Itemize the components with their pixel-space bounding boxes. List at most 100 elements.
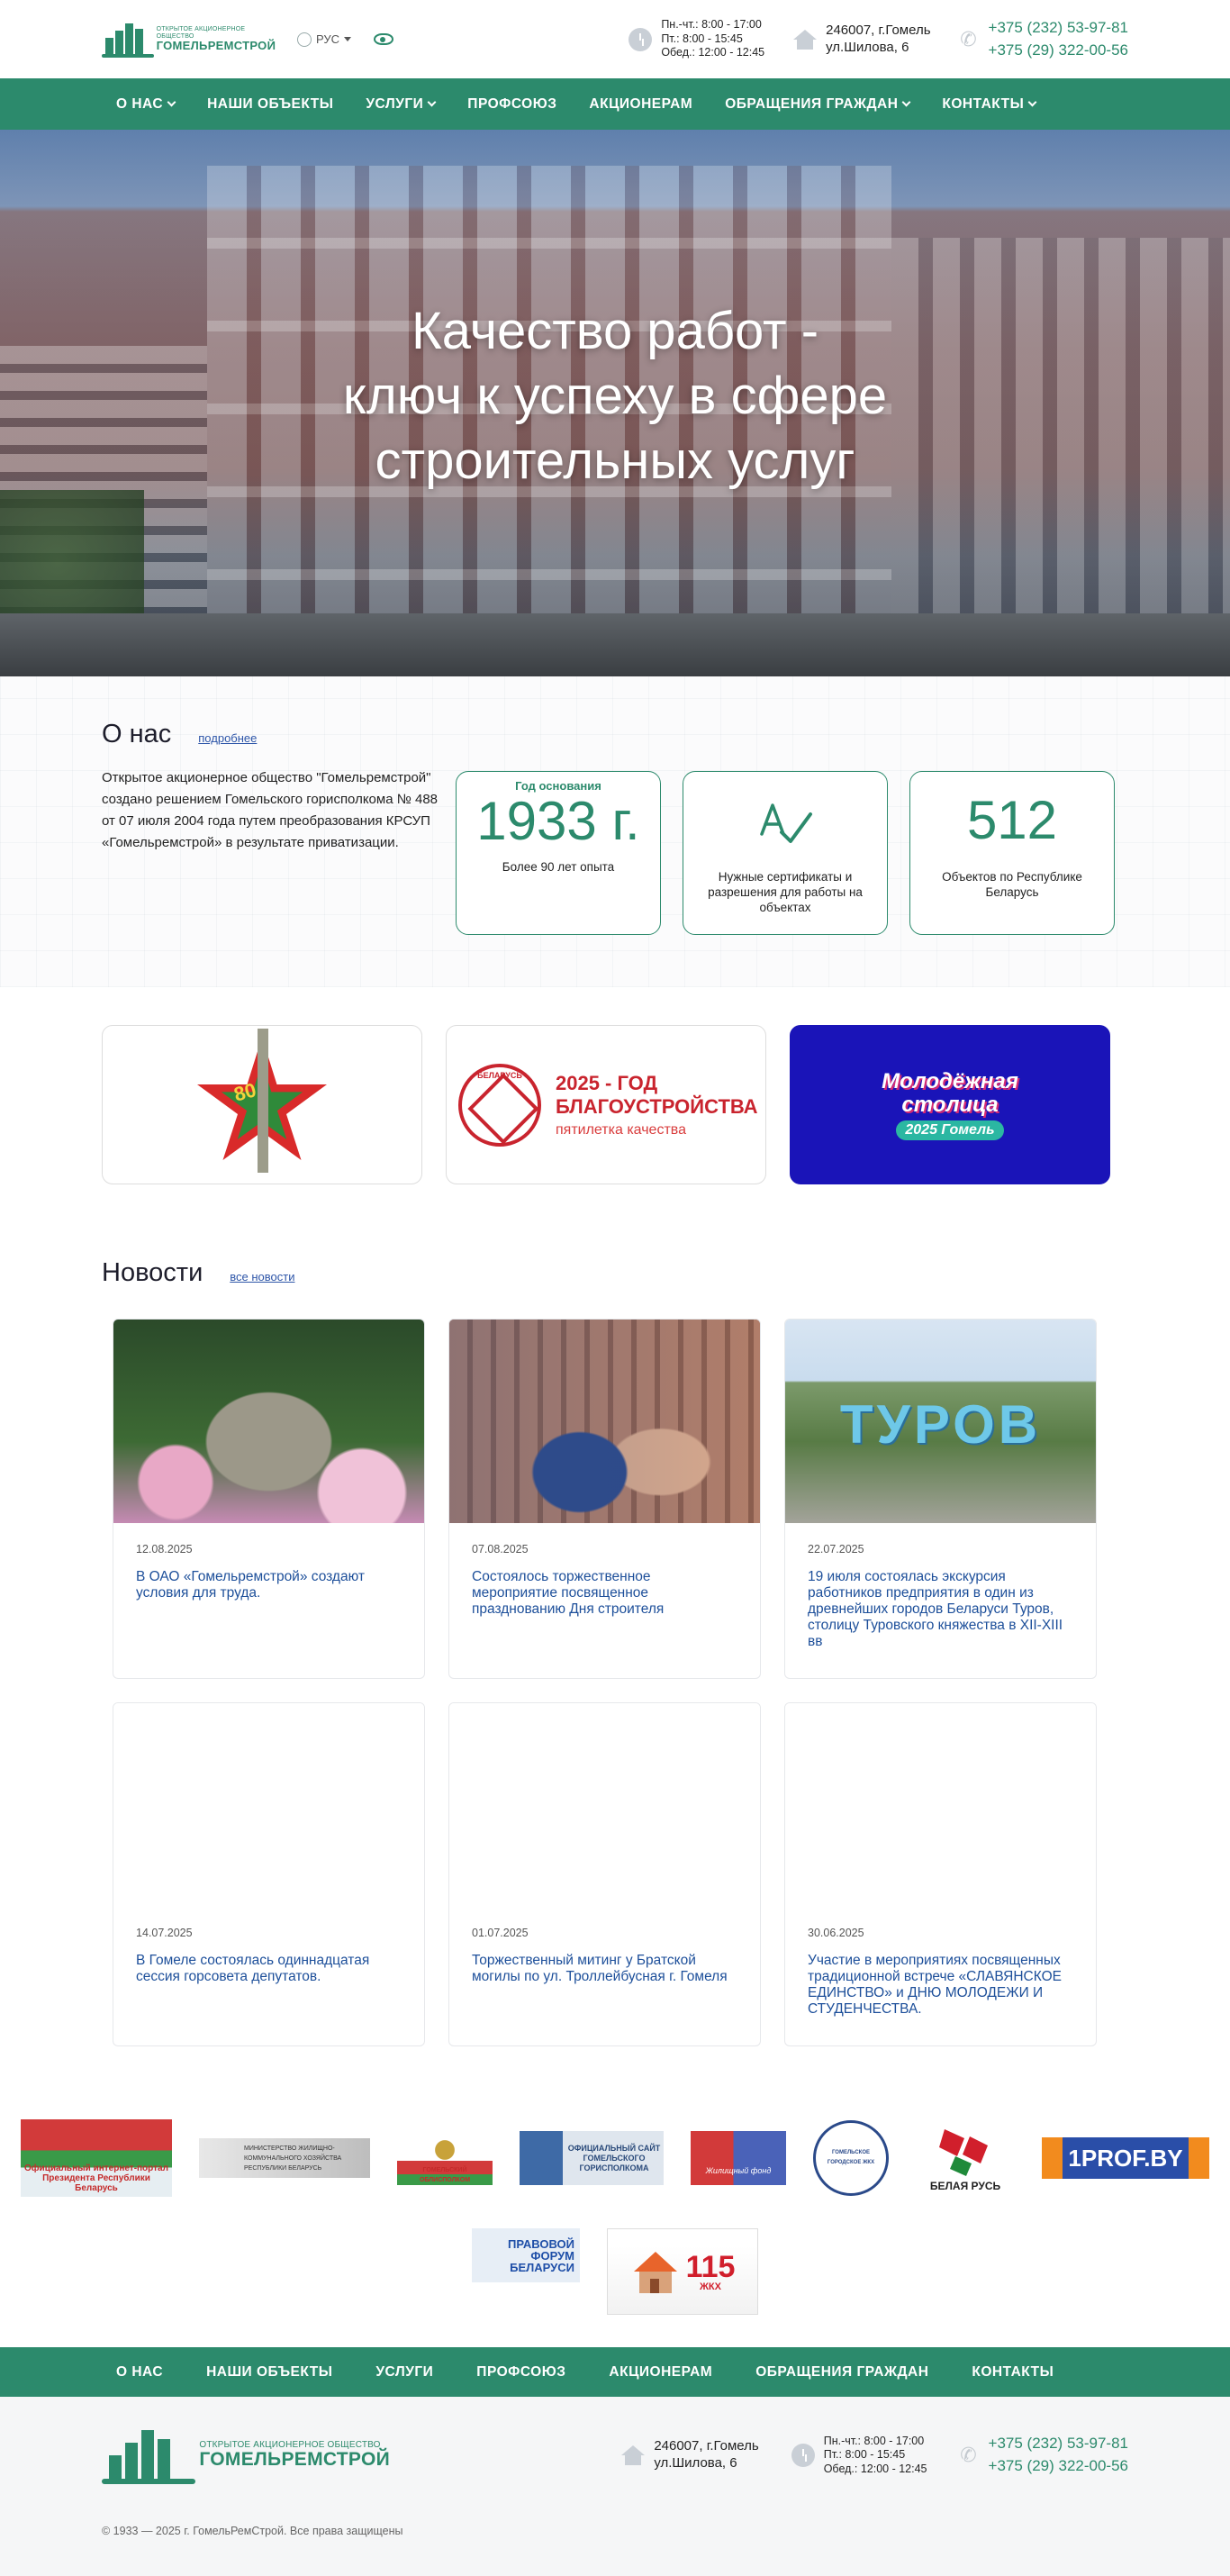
footer-nav-union[interactable]: Профсоюз bbox=[458, 2364, 591, 2381]
news-card[interactable]: 01.07.2025 Торжественный митинг у Братск… bbox=[448, 1702, 761, 2046]
footer-nav-contacts[interactable]: Контакты bbox=[954, 2364, 1079, 2381]
news-card[interactable]: ТУРОВ 22.07.2025 19 июля состоялась экск… bbox=[784, 1319, 1097, 1679]
news-image bbox=[449, 1703, 760, 1907]
footer-nav-services[interactable]: Услуги bbox=[357, 2364, 458, 2381]
all-news-link[interactable]: все новости bbox=[230, 1270, 294, 1283]
news-date: 22.07.2025 bbox=[808, 1543, 864, 1556]
nav-item-union[interactable]: Профсоюз bbox=[451, 96, 573, 113]
victory-star-icon: 80 bbox=[194, 1028, 330, 1173]
chevron-down-icon bbox=[1027, 97, 1037, 107]
partner-label: ПРАВОВОЙ bbox=[508, 2236, 574, 2251]
stat-desc: Объектов по Республике Беларусь bbox=[942, 870, 1082, 899]
stat-card-founded: Год основания 1933 г. Более 90 лет опыта bbox=[456, 771, 661, 935]
partner-belaya-rus[interactable]: БЕЛАЯ РУСЬ bbox=[916, 2115, 1015, 2201]
hours-line: Обед.: 12:00 - 12:45 bbox=[661, 46, 765, 59]
nav-item-appeals[interactable]: Обращения граждан bbox=[709, 96, 926, 113]
nav-item-about[interactable]: О нас bbox=[102, 96, 191, 113]
logo-subtitle: Открытое акционерное общество bbox=[156, 26, 246, 40]
partner-housing-fund[interactable]: Жилищный фонд bbox=[691, 2131, 786, 2185]
site-logo[interactable]: Открытое акционерное общество ГОМЕЛЬРЕМС… bbox=[102, 22, 277, 58]
footer-address: 246007, г.Гомель ул.Шилова, 6 bbox=[621, 2438, 759, 2472]
phone-link[interactable]: +375 (232) 53-97-81 bbox=[989, 17, 1128, 40]
certificate-check-icon bbox=[683, 792, 887, 855]
nav-label: Наши объекты bbox=[207, 95, 334, 112]
logo-buildings-icon bbox=[102, 22, 154, 58]
accessibility-eye-icon[interactable] bbox=[374, 33, 394, 45]
footer-nav-objects[interactable]: Наши объекты bbox=[188, 2364, 357, 2381]
stat-desc: Нужные сертификаты и разрешения для рабо… bbox=[708, 870, 863, 914]
news-card[interactable]: 12.08.2025 В ОАО «Гомельремстрой» создаю… bbox=[113, 1319, 425, 1679]
phone-icon: ✆ bbox=[960, 2444, 977, 2466]
partner-legal-forum[interactable]: ПРАВОВОЙ ФОРУМ БЕЛАРУСИ bbox=[472, 2228, 580, 2282]
partner-label: ГОМЕЛЬСКИЙ ОБЛИСПОЛКОМ bbox=[419, 2167, 471, 2183]
stat-value: 1933 г. bbox=[476, 791, 640, 851]
address-line: ул.Шилова, 6 bbox=[826, 39, 909, 55]
partner-label: ФОРУМ bbox=[530, 2248, 574, 2263]
hero-title: Качество работ - ключ к успеху в сфере с… bbox=[0, 299, 1230, 494]
news-date: 14.07.2025 bbox=[136, 1927, 193, 1939]
promo-banners: 80 БЕЛАРУСЬ 2025 - ГОД БЛАГОУСТРОЙСТВА п… bbox=[0, 987, 1230, 1184]
news-date: 01.07.2025 bbox=[472, 1927, 529, 1939]
news-title-link[interactable]: В Гомеле состоялась одиннадцатая сессия … bbox=[136, 1953, 402, 1985]
partner-gorispolkom[interactable]: ОФИЦИАЛЬНЫЙ САЙТ ГОМЕЛЬСКОГО ГОРИСПОЛКОМ… bbox=[520, 2131, 664, 2185]
news-card[interactable]: 14.07.2025 В Гомеле состоялась одиннадца… bbox=[113, 1702, 425, 2046]
footer-nav-shareholders[interactable]: Акционерам bbox=[591, 2364, 737, 2381]
partner-president[interactable]: Официальный интернет-портал Президента Р… bbox=[21, 2119, 172, 2197]
footer-logo[interactable]: Открытое акционерное общество ГОМЕЛЬРЕМС… bbox=[102, 2426, 390, 2484]
footer-hours: Пн.-чт.: 8:00 - 17:00 Пт.: 8:00 - 15:45 … bbox=[791, 2435, 927, 2477]
partner-label: Жилищный фонд bbox=[705, 2165, 772, 2175]
globe-icon bbox=[297, 32, 312, 47]
partner-oblispolkom[interactable]: ГОМЕЛЬСКИЙ ОБЛИСПОЛКОМ bbox=[397, 2131, 493, 2185]
address-line: 246007, г.Гомель bbox=[826, 22, 931, 38]
address-line: 246007, г.Гомель bbox=[654, 2438, 759, 2454]
nav-label: Профсоюз bbox=[467, 95, 557, 112]
banner-victory[interactable]: 80 bbox=[102, 1025, 422, 1184]
banner-line: 2025 Гомель bbox=[896, 1120, 1004, 1140]
news-image: ТУРОВ bbox=[785, 1320, 1096, 1523]
nav-label: О нас bbox=[116, 95, 164, 112]
hours-line: Пн.-чт.: 8:00 - 17:00 bbox=[823, 2434, 925, 2447]
footer-nav-about[interactable]: О нас bbox=[102, 2364, 188, 2381]
partner-115-zhkh[interactable]: 115 ЖКХ bbox=[607, 2228, 758, 2315]
partner-gkh[interactable]: ГОМЕЛЬСКОЕ ГОРОДСКОЕ ЖКХ bbox=[813, 2120, 889, 2196]
news-card[interactable]: 30.06.2025 Участие в мероприятиях посвящ… bbox=[784, 1702, 1097, 2046]
hero-banner: Качество работ - ключ к успеху в сфере с… bbox=[0, 130, 1230, 676]
home-icon bbox=[621, 2445, 646, 2465]
hours-line: Обед.: 12:00 - 12:45 bbox=[823, 2462, 927, 2475]
clock-icon bbox=[791, 2444, 815, 2467]
banner-youth-capital[interactable]: Молодёжная столица 2025 Гомель bbox=[790, 1025, 1110, 1184]
partner-label: ГОМЕЛЬСКОЕ ГОРОДСКОЕ ЖКХ bbox=[827, 2150, 875, 2165]
news-title-link[interactable]: Состоялось торжественное мероприятие пос… bbox=[472, 1569, 737, 1618]
nav-item-shareholders[interactable]: Акционерам bbox=[573, 96, 709, 113]
language-label: РУС bbox=[316, 32, 340, 46]
news-title-link[interactable]: 19 июля состоялась экскурсия работников … bbox=[808, 1569, 1073, 1650]
phone-link[interactable]: +375 (29) 322-00-56 bbox=[989, 2455, 1128, 2478]
nav-item-contacts[interactable]: Контакты bbox=[926, 96, 1052, 113]
news-card[interactable]: 07.08.2025 Состоялось торжественное меро… bbox=[448, 1319, 761, 1679]
news-title-link[interactable]: Торжественный митинг у Братской могилы п… bbox=[472, 1953, 737, 1985]
news-section: Новости все новости 12.08.2025 В ОАО «Го… bbox=[0, 1184, 1230, 2046]
footer-nav-appeals[interactable]: Обращения граждан bbox=[737, 2364, 954, 2381]
hero-line: ключ к успеху в сфере bbox=[342, 367, 888, 425]
about-more-link[interactable]: подробнее bbox=[198, 731, 257, 745]
address-line: ул.Шилова, 6 bbox=[654, 2455, 737, 2471]
news-image bbox=[113, 1320, 424, 1523]
partner-1prof[interactable]: 1PROF.BY bbox=[1042, 2137, 1209, 2179]
stat-card-certificates: Нужные сертификаты и разрешения для рабо… bbox=[683, 771, 888, 935]
phone-link[interactable]: +375 (232) 53-97-81 bbox=[989, 2433, 1128, 2455]
banner-year-of-improvement[interactable]: БЕЛАРУСЬ 2025 - ГОД БЛАГОУСТРОЙСТВА пяти… bbox=[446, 1025, 766, 1184]
news-title-link[interactable]: Участие в мероприятиях посвященных тради… bbox=[808, 1953, 1073, 2018]
nav-item-objects[interactable]: Наши объекты bbox=[191, 96, 349, 113]
nav-item-services[interactable]: Услуги bbox=[349, 96, 451, 113]
main-nav: О нас Наши объекты Услуги Профсоюз Акцио… bbox=[0, 78, 1230, 130]
stat-value: 512 bbox=[966, 790, 1058, 850]
language-selector[interactable]: РУС bbox=[297, 32, 352, 47]
phone-link[interactable]: +375 (29) 322-00-56 bbox=[989, 40, 1128, 62]
news-image bbox=[113, 1703, 424, 1907]
site-footer: Открытое акционерное общество ГОМЕЛЬРЕМС… bbox=[0, 2397, 1230, 2576]
news-title: Новости bbox=[102, 1258, 203, 1287]
partner-ministry[interactable]: МИНИСТЕРСТВО ЖИЛИЩНО-КОММУНАЛЬНОГО ХОЗЯЙ… bbox=[199, 2138, 370, 2178]
partner-label: Официальный интернет-портал Президента Р… bbox=[24, 2163, 168, 2193]
hours-line: Пт.: 8:00 - 15:45 bbox=[823, 2448, 906, 2462]
news-title-link[interactable]: В ОАО «Гомельремстрой» создают условия д… bbox=[136, 1569, 402, 1601]
